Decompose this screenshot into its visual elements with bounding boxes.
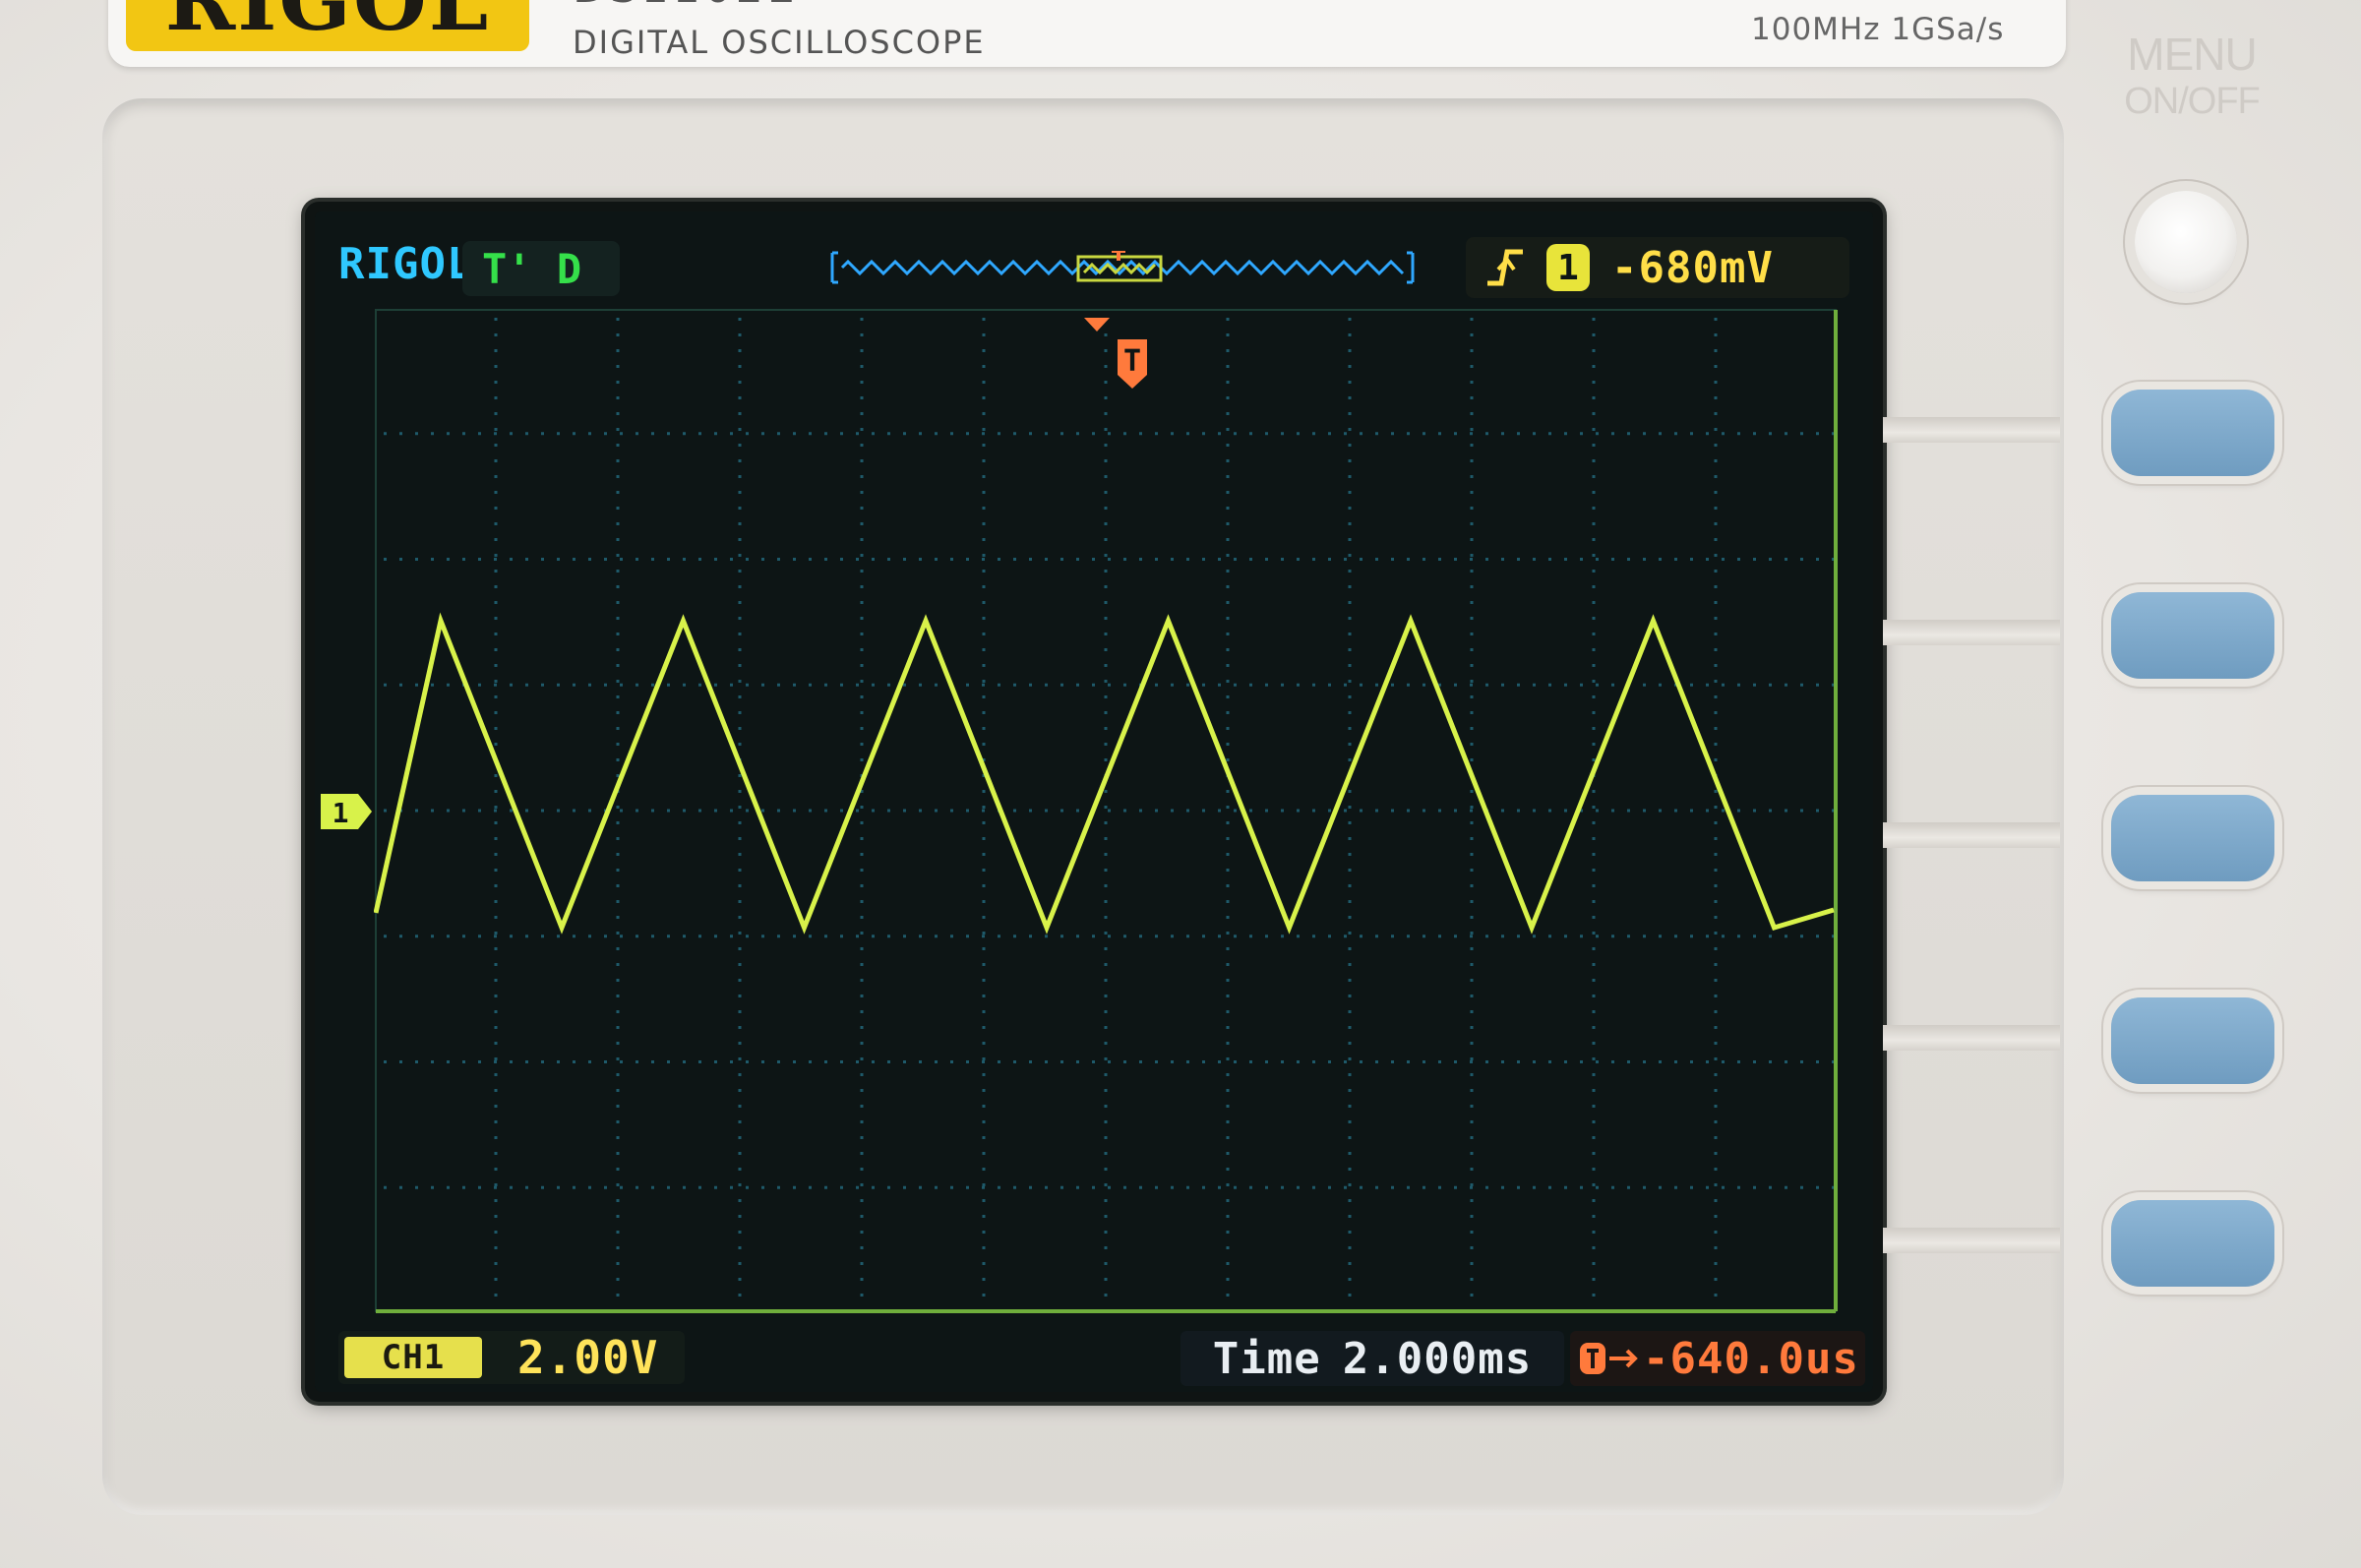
menu-onoff-button[interactable] [2135, 191, 2237, 293]
timebar-bracket-left [830, 251, 838, 284]
logo-text: RIGOL [164, 0, 491, 50]
menu-label-line1: MENU [2127, 29, 2257, 80]
trigger-status-box: 1 -680mV [1466, 237, 1849, 298]
svg-text:1: 1 [333, 797, 349, 829]
product-label: DIGITAL OSCILLOSCOPE [573, 24, 986, 61]
softkey-divider-3 [1883, 822, 2060, 848]
memory-timebar [830, 251, 1415, 284]
trigger-source-icon: 1 [1546, 244, 1590, 291]
channel1-ground-marker: 1 [321, 794, 372, 829]
spec-label: 100MHz 1GSa/s [1751, 12, 2005, 47]
model-label: DS1102E [573, 0, 799, 13]
softkey-divider-5 [1883, 1228, 2060, 1253]
softkey-5[interactable] [2111, 1200, 2274, 1287]
run-status: T' D [462, 241, 620, 296]
softkey-2[interactable] [2111, 592, 2274, 679]
menu-label-line2: ON/OFF [2124, 81, 2261, 122]
graticule: T [374, 309, 1838, 1313]
vertical-scale: 2.00V [517, 1331, 659, 1384]
grid-dots [384, 318, 1835, 1312]
display-area: RIGOL T' D 1 -680mV T 1 CH1 2.00V Time 2… [315, 211, 1873, 1392]
time-label: Time [1212, 1333, 1321, 1384]
trigger-arrow [1084, 318, 1110, 332]
timebase-info: Time 2.000ms [1180, 1331, 1564, 1386]
trigger-delay-icon [1580, 1343, 1638, 1374]
trigger-delay-info: -640.0us [1570, 1331, 1865, 1386]
trigger-position-marker: T [1084, 318, 1147, 389]
channel1-badge: CH1 [344, 1337, 482, 1378]
run-status-text: T' D [482, 244, 582, 293]
scope-display: RIGOL T' D 1 -680mV T 1 CH1 2.00V Time 2… [305, 202, 1883, 1402]
softkey-divider-1 [1883, 417, 2060, 443]
screen-brand: RIGOL [338, 239, 474, 289]
channel1-info: CH1 2.00V [338, 1331, 685, 1384]
softkey-4[interactable] [2111, 997, 2274, 1084]
rigol-logo: RIGOL [126, 0, 529, 51]
timebar-bracket-right [1407, 251, 1415, 284]
softkey-1[interactable] [2111, 390, 2274, 476]
timebase-value: 2.000ms [1342, 1333, 1533, 1384]
rising-edge-icon [1487, 249, 1523, 286]
softkey-divider-4 [1883, 1025, 2060, 1051]
menu-onoff-label: MENU ON/OFF [2113, 31, 2270, 120]
softkey-3[interactable] [2111, 795, 2274, 881]
trigger-level: -680mV [1611, 242, 1774, 293]
trigger-t-label: T [1123, 344, 1141, 379]
trigger-delay-value: -640.0us [1643, 1333, 1859, 1384]
softkey-divider-2 [1883, 620, 2060, 645]
